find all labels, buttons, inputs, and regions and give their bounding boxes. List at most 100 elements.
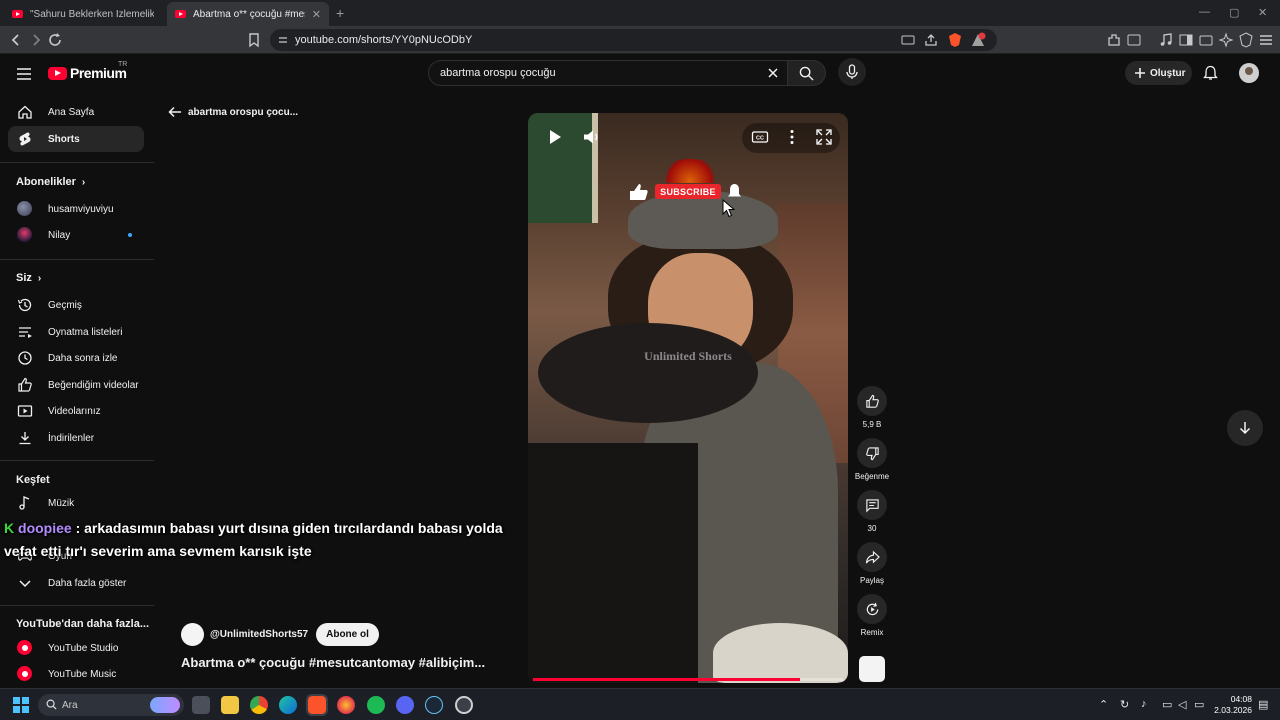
- media-icon[interactable]: [1158, 32, 1174, 48]
- home-icon: [18, 105, 32, 119]
- sidebar-item-label: Ana Sayfa: [48, 106, 95, 118]
- sidebar-item-music[interactable]: Müzik: [8, 490, 144, 516]
- share-page-icon[interactable]: [923, 32, 939, 48]
- fullscreen-icon[interactable]: [815, 128, 833, 146]
- shorts-video-player[interactable]: Unlimited Shorts SUBSCRIBE CC: [528, 113, 848, 683]
- maximize-icon[interactable]: ▢: [1229, 6, 1239, 19]
- sidebar-item-playlists[interactable]: Oynatma listeleri: [8, 319, 144, 345]
- screenshot-icon[interactable]: [1126, 32, 1142, 48]
- sidebar-toggle-icon[interactable]: [1178, 32, 1194, 48]
- captions-icon[interactable]: CC: [751, 128, 769, 146]
- back-to-search[interactable]: abartma orospu çocu...: [168, 106, 298, 118]
- download-icon: [19, 432, 31, 445]
- channel-avatar[interactable]: [181, 623, 204, 646]
- extensions-icon[interactable]: [1106, 32, 1122, 48]
- like-button[interactable]: 5,9 B: [856, 386, 888, 429]
- search-button[interactable]: [788, 60, 826, 86]
- more-options-icon[interactable]: [783, 128, 801, 146]
- sidebar-item-label: Oynatma listeleri: [48, 326, 123, 338]
- wallet-icon[interactable]: [1198, 32, 1214, 48]
- tray-overflow-icon[interactable]: ⌃: [1099, 698, 1113, 712]
- clear-search-icon[interactable]: [767, 67, 779, 79]
- forward-icon[interactable]: [28, 32, 44, 48]
- microphone-icon: [846, 64, 858, 79]
- voice-search-button[interactable]: [838, 58, 866, 86]
- hamburger-menu-icon[interactable]: [16, 66, 32, 82]
- volume-tray-icon[interactable]: ◁: [1178, 698, 1192, 712]
- obs-icon[interactable]: [455, 696, 473, 714]
- brave-shield-icon[interactable]: [947, 32, 963, 48]
- subscribe-button[interactable]: Abone ol: [316, 623, 379, 646]
- sidebar-item-subscription[interactable]: Nilay: [8, 222, 144, 248]
- sidebar-item-shorts[interactable]: Shorts: [8, 126, 144, 152]
- mic-tray-icon[interactable]: ♪: [1141, 698, 1155, 712]
- leo-ai-icon[interactable]: [1218, 32, 1234, 48]
- taskbar-clock[interactable]: 04:08 2.03.2026: [1212, 694, 1252, 716]
- create-button[interactable]: Oluştur: [1125, 61, 1192, 85]
- file-explorer-icon[interactable]: [221, 696, 239, 714]
- minimize-icon[interactable]: —: [1199, 6, 1210, 18]
- audio-thumbnail[interactable]: [859, 656, 885, 682]
- chrome-icon[interactable]: [250, 696, 268, 714]
- windows-start-icon[interactable]: [13, 697, 29, 713]
- brave-rewards-icon[interactable]: [970, 32, 986, 48]
- vpn-icon[interactable]: [1238, 32, 1254, 48]
- spotify-icon[interactable]: [367, 696, 385, 714]
- show-more-button[interactable]: Daha fazla göster: [8, 570, 144, 596]
- channel-name[interactable]: @UnlimitedShorts57: [210, 629, 308, 640]
- network-icon[interactable]: ▭: [1162, 698, 1176, 712]
- address-bar[interactable]: youtube.com/shorts/YY0pNUcODbY: [270, 29, 997, 51]
- volume-icon[interactable]: [582, 128, 600, 146]
- remix-button[interactable]: Remix: [856, 594, 888, 637]
- sidebar-item-liked-videos[interactable]: Beğendiğim videolar: [8, 372, 144, 398]
- thumb-up-overlay-icon: [630, 184, 648, 200]
- browser-tab-active[interactable]: Abartma o** çocuğu #mesutcan ✕: [167, 2, 329, 26]
- sidebar-item-watch-later[interactable]: Daha sonra izle: [8, 345, 144, 371]
- site-info-icon[interactable]: [278, 35, 288, 45]
- firefox-icon[interactable]: [337, 696, 355, 714]
- discord-icon[interactable]: [396, 696, 414, 714]
- browser-menu-icon[interactable]: [1258, 32, 1274, 48]
- sidebar-item-home[interactable]: Ana Sayfa: [8, 99, 144, 125]
- subscriptions-heading[interactable]: Abonelikler ›: [16, 176, 85, 188]
- sidebar-item-youtube-music[interactable]: YouTube Music: [8, 661, 144, 687]
- battery-icon[interactable]: ▭: [1194, 698, 1208, 712]
- sidebar-item-downloads[interactable]: İndirilenler: [8, 425, 144, 451]
- share-button[interactable]: Paylaş: [856, 542, 888, 585]
- reload-icon[interactable]: [47, 32, 63, 48]
- chevron-right-icon: ›: [81, 176, 86, 188]
- notifications-bell-icon[interactable]: [1203, 65, 1218, 81]
- sync-icon[interactable]: ↻: [1120, 698, 1134, 712]
- comment-icon: [865, 498, 879, 512]
- video-title[interactable]: Abartma o** çocuğu #mesutcantomay #alibi…: [181, 655, 485, 670]
- cast-icon[interactable]: [900, 32, 916, 48]
- sidebar-item-subscription[interactable]: husamviyuviyu: [8, 196, 144, 222]
- new-tab-icon[interactable]: +: [336, 5, 344, 21]
- next-video-button[interactable]: [1227, 410, 1263, 446]
- taskbar-search[interactable]: Ara: [38, 694, 184, 716]
- edge-icon[interactable]: [279, 696, 297, 714]
- close-window-icon[interactable]: ✕: [1258, 6, 1267, 19]
- account-avatar[interactable]: [1239, 63, 1259, 83]
- notification-center-icon[interactable]: ▤: [1258, 698, 1272, 712]
- search-input[interactable]: abartma orospu çocuğu: [428, 60, 788, 86]
- sidebar-item-label: YouTube Studio: [48, 642, 119, 654]
- steam-icon[interactable]: [425, 696, 443, 714]
- you-heading[interactable]: Siz ›: [16, 272, 41, 284]
- youtube-premium-logo[interactable]: Premium TR: [48, 61, 127, 81]
- sidebar-item-history[interactable]: Geçmiş: [8, 292, 144, 318]
- sidebar-item-your-videos[interactable]: Videolarınız: [8, 398, 144, 424]
- video-progress-bar[interactable]: [533, 678, 843, 681]
- bookmark-icon[interactable]: [246, 32, 262, 48]
- chat-badge: K: [4, 520, 15, 536]
- back-icon[interactable]: [8, 32, 24, 48]
- browser-tab[interactable]: "Sahuru Beklerken İzlemelik Edit" Kis: [4, 2, 166, 26]
- tab-close-icon[interactable]: ✕: [312, 8, 321, 21]
- youtube-logo-icon: [48, 66, 67, 80]
- comments-button[interactable]: 30: [856, 490, 888, 533]
- dislike-button[interactable]: Beğenme: [855, 438, 889, 481]
- task-view-icon[interactable]: [192, 696, 210, 714]
- sidebar-item-youtube-studio[interactable]: YouTube Studio: [8, 635, 144, 661]
- brave-icon[interactable]: [306, 694, 328, 716]
- play-icon[interactable]: [546, 128, 564, 146]
